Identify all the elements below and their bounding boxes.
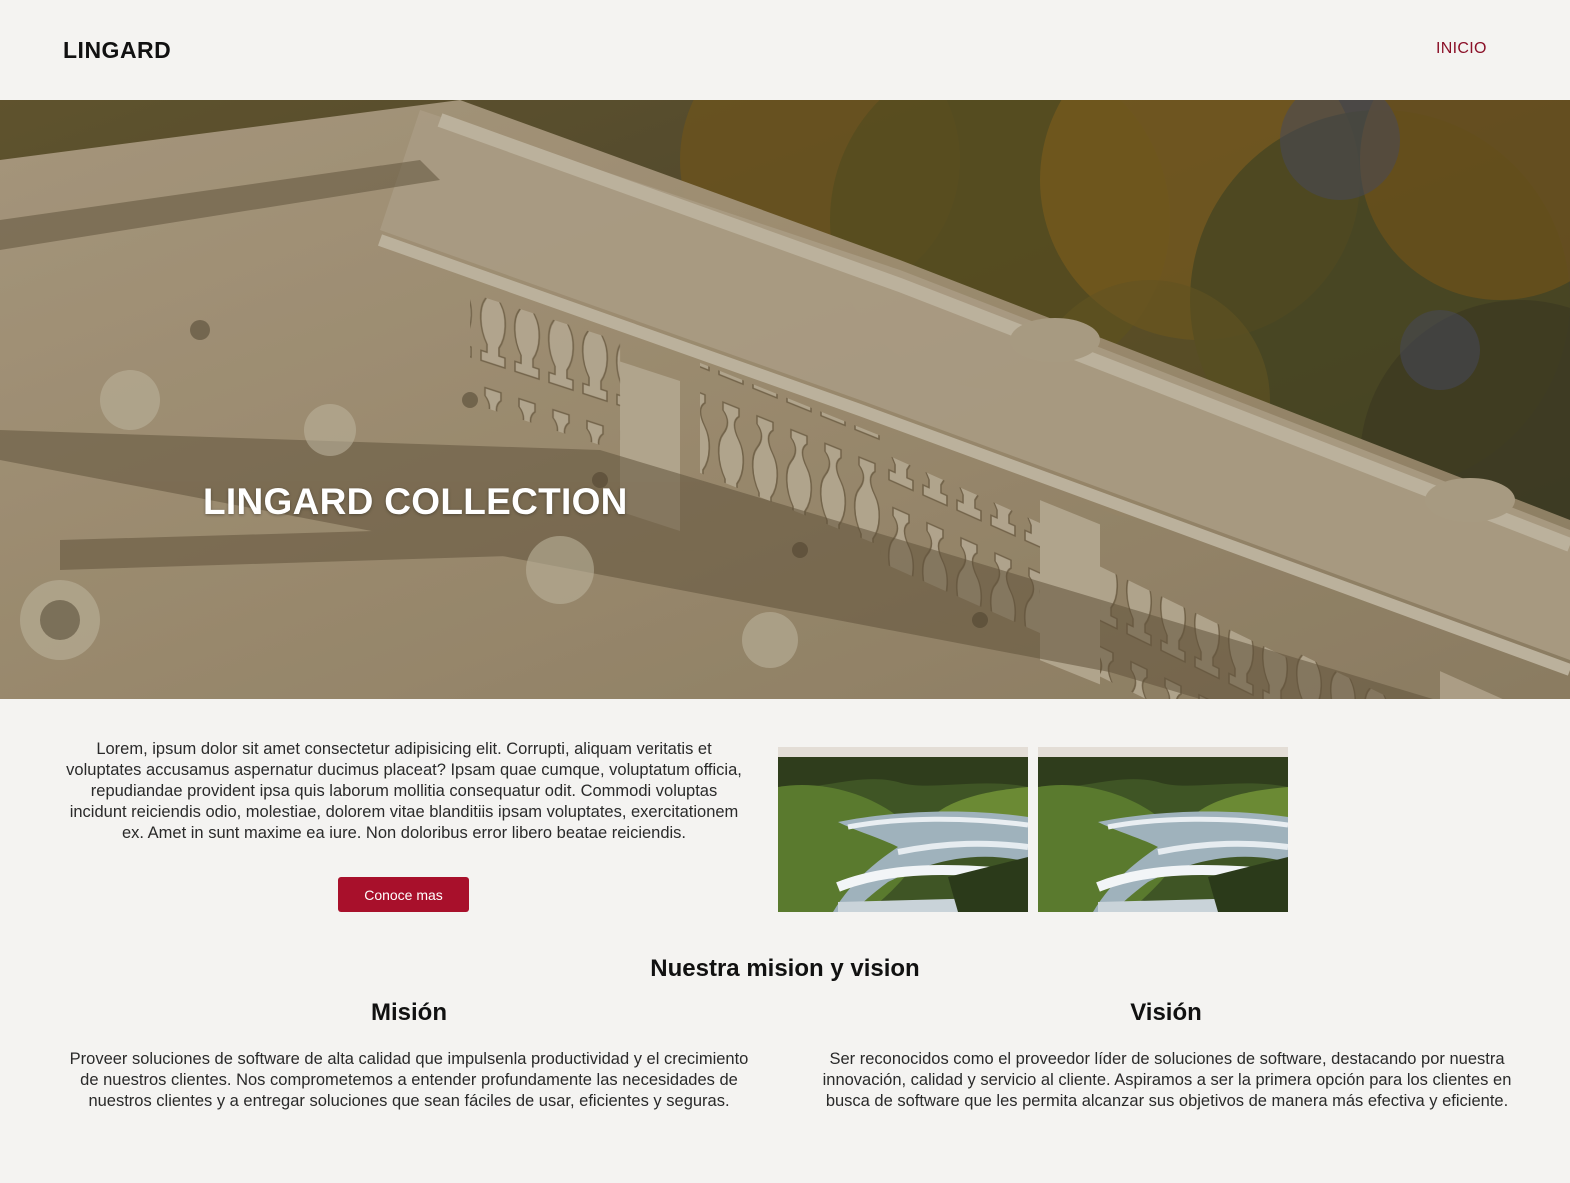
mision-text: Proveer soluciones de software de alta c… <box>69 1050 749 1110</box>
mision-heading: Misión <box>371 999 447 1026</box>
conoce-mas-button[interactable]: Conoce mas <box>338 877 469 912</box>
hero-banner: LINGARD COLLECTION <box>0 100 1570 699</box>
vision-heading: Visión <box>1130 999 1202 1026</box>
waterfall-image-1 <box>778 747 1028 912</box>
vision-text: Ser reconocidos como el proveedor líder … <box>822 1050 1512 1110</box>
hero-background-image <box>0 100 1570 699</box>
site-logo[interactable]: LINGARD <box>63 37 171 64</box>
site-header: LINGARD INICIO <box>0 0 1570 100</box>
waterfall-image-2 <box>1038 747 1288 912</box>
mission-vision-title: Nuestra mision y vision <box>650 955 920 982</box>
hero-title: LINGARD COLLECTION <box>203 481 628 522</box>
intro-paragraph: Lorem, ipsum dolor sit amet consectetur … <box>66 740 742 842</box>
nav-link-inicio[interactable]: INICIO <box>1436 40 1487 58</box>
